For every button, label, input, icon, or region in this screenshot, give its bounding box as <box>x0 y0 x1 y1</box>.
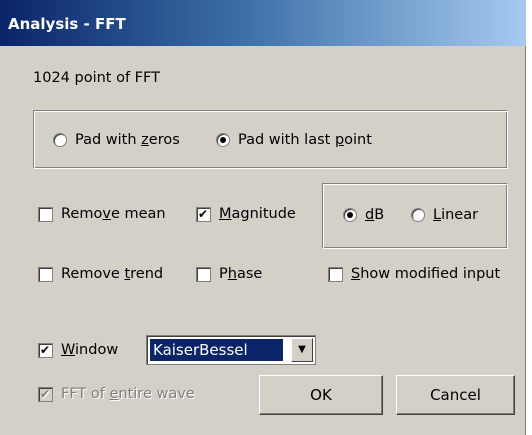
phase-checkbox[interactable]: Phase <box>196 266 262 282</box>
remove-trend-checkbox[interactable]: Remove trend <box>38 266 163 282</box>
fft-entire-wave-checkbox: FFT of entire wave <box>38 386 195 402</box>
title-bar[interactable]: Analysis - FFT <box>0 0 526 46</box>
pad-last-point-radio-button[interactable] <box>216 133 230 147</box>
pad-zeros-radio[interactable]: Pad with zeros <box>53 132 180 148</box>
fft-dialog: Analysis - FFT 1024 point of FFT Pad wit… <box>0 0 526 435</box>
linear-radio-button[interactable] <box>411 208 425 222</box>
pad-zeros-radio-button[interactable] <box>53 133 67 147</box>
magnitude-checkbox[interactable]: Magnitude <box>196 206 296 222</box>
remove-mean-check[interactable] <box>38 206 53 222</box>
pad-last-point-radio[interactable]: Pad with last point <box>216 132 372 148</box>
magnitude-label: Magnitude <box>219 206 296 222</box>
pad-last-point-label: Pad with last point <box>238 132 372 148</box>
show-modified-input-label: Show modified input <box>351 266 501 282</box>
phase-check[interactable] <box>196 266 211 282</box>
window-label: Window <box>61 342 119 358</box>
window-checkbox[interactable]: Window <box>38 342 118 358</box>
phase-label: Phase <box>219 266 263 282</box>
db-radio[interactable]: dB <box>343 207 384 223</box>
fft-points-label: 1024 point of FFT <box>33 70 160 86</box>
magnitude-check[interactable] <box>196 206 211 222</box>
remove-mean-label: Remove mean <box>61 206 166 222</box>
window-function-select[interactable]: KaiserBessel ▼ <box>146 335 316 365</box>
window-title: Analysis - FFT <box>8 15 126 33</box>
show-modified-input-check[interactable] <box>328 266 343 282</box>
chevron-down-icon[interactable]: ▼ <box>291 338 313 362</box>
remove-trend-check[interactable] <box>38 266 53 282</box>
pad-zeros-label: Pad with zeros <box>75 132 180 148</box>
cancel-button[interactable]: Cancel <box>396 375 515 415</box>
remove-trend-label: Remove trend <box>61 266 164 282</box>
fft-entire-wave-check <box>38 386 53 402</box>
fft-entire-wave-label: FFT of entire wave <box>61 386 195 402</box>
window-check[interactable] <box>38 342 53 358</box>
remove-mean-checkbox[interactable]: Remove mean <box>38 206 166 222</box>
linear-radio[interactable]: Linear <box>411 207 478 223</box>
linear-label: Linear <box>433 207 479 223</box>
show-modified-input-checkbox[interactable]: Show modified input <box>328 266 500 282</box>
ok-button[interactable]: OK <box>259 375 383 415</box>
window-function-value: KaiserBessel <box>150 339 283 361</box>
db-radio-button[interactable] <box>343 208 357 222</box>
db-label: dB <box>365 207 385 223</box>
